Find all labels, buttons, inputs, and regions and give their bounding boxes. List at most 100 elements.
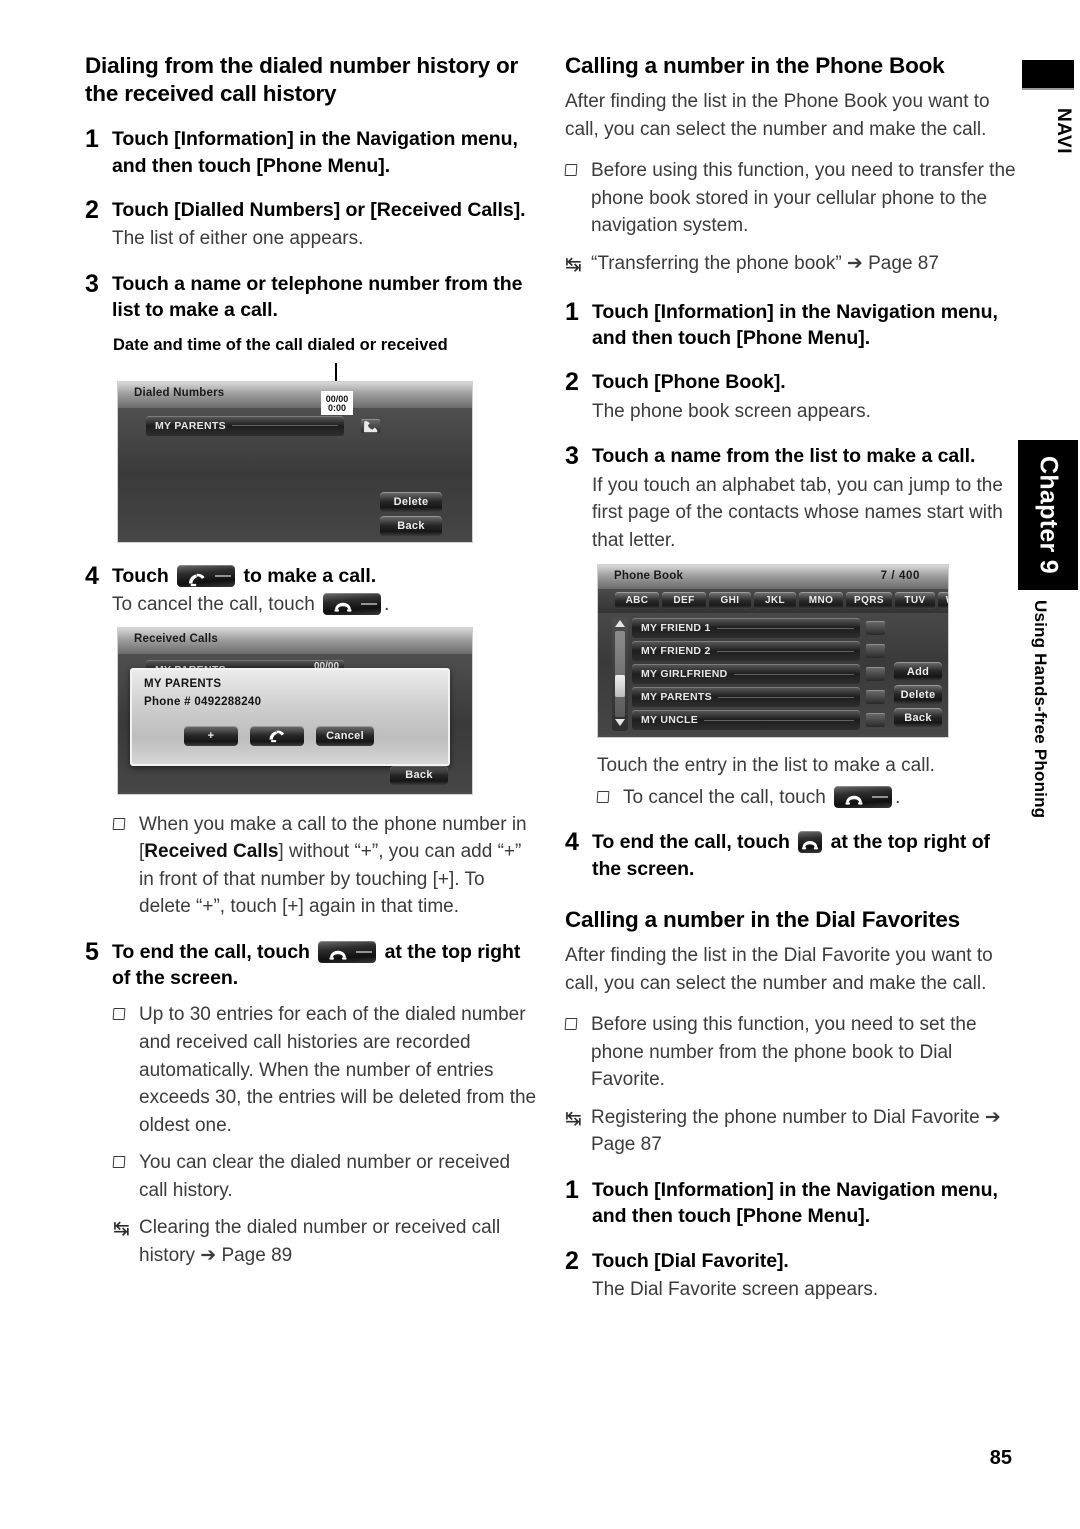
step-subtext: The Dial Favorite screen appears.: [592, 1278, 879, 1300]
delete-button-label: Delete: [900, 688, 936, 701]
note-bullet-icon: [565, 1011, 591, 1037]
cancel-button[interactable]: Cancel: [316, 725, 374, 746]
note-text: To cancel the call, touch .: [623, 784, 1017, 812]
back-button[interactable]: Back: [390, 765, 448, 785]
back-button[interactable]: Back: [894, 708, 942, 728]
note-text: “Transferring the phone book” ➔ Page 87: [591, 252, 939, 274]
screen-phone-book: Phone Book 7 / 400 ABC DEF GHI JKL MNO P…: [597, 564, 949, 739]
note-text: Registering the phone number to Dial Fav…: [591, 1106, 1001, 1156]
dialog-call-button[interactable]: [250, 725, 304, 746]
step-subtext: The phone book screen appears.: [592, 400, 871, 422]
figure-caption-dialed: Date and time of the call dialed or rece…: [113, 336, 448, 355]
leader-dots: [231, 425, 338, 427]
note-bullet-icon: [565, 157, 591, 183]
end-call-button-icon[interactable]: [323, 593, 382, 616]
add-button-label: Add: [906, 665, 930, 678]
step-subtext: To cancel the call, touch .: [112, 591, 537, 619]
cancel-button-label: Cancel: [326, 729, 364, 742]
list-item[interactable]: MY PARENTS: [632, 687, 860, 708]
step-title: To end the call, touch at the top right …: [112, 939, 537, 992]
note-text: Before using this function, you need to …: [591, 160, 1016, 237]
step-title: Touch [Information] in the Navigation me…: [592, 300, 998, 350]
cancel-text-before: To cancel the call, touch: [112, 594, 315, 616]
note-transfer-phonebook: Before using this function, you need to …: [565, 157, 1017, 240]
step-number: 1: [85, 125, 99, 154]
handset-offhook-glyph: [269, 730, 285, 743]
tab-ghi[interactable]: GHI: [709, 592, 751, 610]
add-button[interactable]: Add: [894, 662, 942, 682]
step-1: 1 Touch [Information] in the Navigation …: [85, 126, 537, 179]
back-button-label: Back: [397, 519, 425, 532]
note-ref-clearing: ↹ Clearing the dialed number or received…: [113, 1214, 537, 1269]
screen-title: Phone Book: [614, 570, 684, 583]
tab-def[interactable]: DEF: [662, 592, 706, 610]
tab-label: MNO: [808, 595, 834, 607]
note-bullet-icon: [113, 1001, 139, 1027]
step-5: 5 To end the call, touch at the top righ…: [85, 938, 537, 992]
back-button[interactable]: Back: [380, 515, 442, 536]
call-confirm-dialog: MY PARENTS Phone # 0492288240 + Cancel: [130, 667, 450, 766]
list-item[interactable]: MY FRIEND 2: [632, 641, 860, 662]
df-step-2: 2 Touch [Dial Favorite]. The Dial Favori…: [565, 1247, 1017, 1304]
note-text: Clearing the dialed number or received c…: [139, 1217, 501, 1266]
call-icon[interactable]: [866, 621, 885, 636]
scroll-up-icon[interactable]: [615, 620, 625, 628]
note-cancel-call: To cancel the call, touch .: [597, 784, 1017, 812]
delete-button[interactable]: Delete: [894, 685, 942, 705]
right-column: Calling a number in the Phone Book After…: [565, 52, 1017, 1303]
call-icon[interactable]: [361, 418, 380, 433]
end-call-button-icon[interactable]: [834, 785, 893, 808]
handset-onhook-glyph: [327, 944, 349, 960]
note-set-dialfav: Before using this function, you need to …: [565, 1011, 1017, 1094]
end-call-icon[interactable]: [798, 831, 823, 854]
list-item[interactable]: MY UNCLE: [632, 710, 860, 731]
pb-step-2: 2 Touch [Phone Book]. The phone book scr…: [565, 369, 1017, 425]
back-button-label: Back: [405, 769, 433, 782]
step-title: Touch [Dialled Numbers] or [Received Cal…: [112, 198, 526, 221]
chapter-tab: Chapter 9: [1018, 440, 1078, 590]
list-item[interactable]: MY FRIEND 1: [632, 618, 860, 639]
step-title: Touch [Dial Favorite].: [592, 1249, 789, 1272]
call-icon[interactable]: [866, 713, 885, 728]
note-clear-history: You can clear the dialed number or recei…: [113, 1149, 537, 1204]
screen-body: MY PARENTS Delete Back: [118, 407, 472, 540]
step-title: To end the call, touch at the top right …: [592, 829, 1017, 882]
scroll-down-icon[interactable]: [615, 719, 625, 727]
call-icon[interactable]: [866, 690, 885, 705]
tab-tuv[interactable]: TUV: [895, 592, 935, 610]
tab-label: WXYZ: [946, 595, 948, 606]
screen-title: Dialed Numbers: [134, 386, 225, 399]
call-button-icon[interactable]: [177, 564, 236, 587]
scroll-thumb[interactable]: [615, 675, 625, 698]
tab-mno[interactable]: MNO: [799, 592, 843, 610]
call-icon[interactable]: [866, 644, 885, 659]
plus-button[interactable]: +: [184, 725, 238, 746]
datetime-callout: 00/00 0:00: [321, 390, 353, 415]
step-title: Touch [Information] in the Navigation me…: [592, 1178, 998, 1228]
list-item[interactable]: MY GIRLFRIEND: [632, 664, 860, 685]
handset-glyph: [363, 420, 378, 433]
step-number: 4: [85, 561, 99, 590]
list-item-label: MY PARENTS: [641, 691, 712, 704]
section-intro-dialfav: After finding the list in the Dial Favor…: [565, 945, 993, 994]
step-title: Touch a name from the list to make a cal…: [592, 445, 976, 468]
screen-dialed-numbers: Dialed Numbers MY PARENTS Delete Back: [117, 380, 473, 543]
section-title-phonebook: Calling a number in the Phone Book: [565, 53, 945, 78]
tab-pqrs[interactable]: PQRS: [846, 592, 892, 610]
note-text: When you make a call to the phone number…: [139, 811, 537, 921]
leader-dots: [716, 650, 854, 652]
list-item[interactable]: MY PARENTS: [146, 415, 344, 436]
note-text: You can clear the dialed number or recei…: [139, 1152, 511, 1201]
tab-label: JKL: [764, 595, 786, 607]
note-bullet-icon: [597, 784, 623, 810]
tab-jkl[interactable]: JKL: [754, 592, 796, 610]
end-call-button-icon[interactable]: [318, 940, 377, 963]
note-bullet-icon: [113, 811, 139, 837]
tab-wxyz[interactable]: WXYZ: [938, 592, 948, 610]
scrollbar[interactable]: [612, 617, 628, 732]
delete-button[interactable]: Delete: [380, 491, 442, 512]
leader-dots: [704, 719, 854, 721]
pb-step-1: 1 Touch [Information] in the Navigation …: [565, 298, 1017, 352]
call-icon[interactable]: [866, 667, 885, 682]
tab-abc[interactable]: ABC: [615, 592, 659, 610]
